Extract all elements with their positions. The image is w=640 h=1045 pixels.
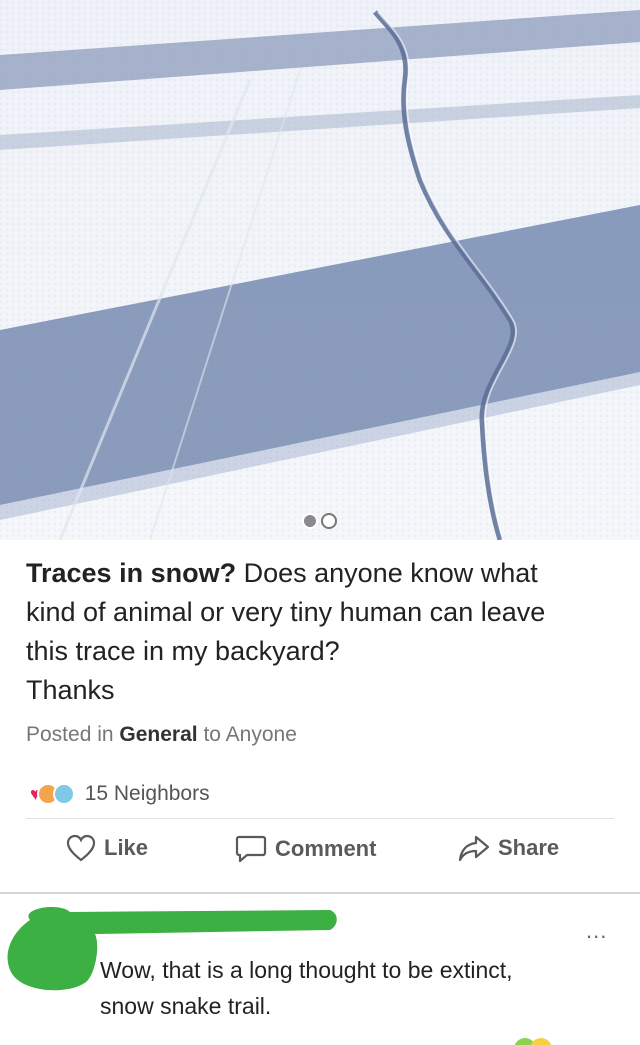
- comment-body: Wow, that is a long thought to be extinc…: [100, 952, 620, 1024]
- share-button[interactable]: Share: [458, 834, 559, 862]
- reactions-summary[interactable]: ♥ 15 Neighbors: [30, 782, 210, 806]
- post-title: Traces in snow?: [26, 558, 237, 588]
- category-link[interactable]: General: [119, 723, 197, 746]
- speech-bubble-icon: [235, 835, 267, 863]
- photo-pager[interactable]: [302, 513, 337, 529]
- comment-line: Wow, that is a long thought to be extinc…: [100, 957, 513, 983]
- comment-reactions[interactable]: [514, 1038, 552, 1045]
- more-options-button[interactable]: ...: [586, 918, 607, 944]
- reaction-emoji-icon: [530, 1038, 552, 1045]
- snow-photo: [0, 0, 640, 540]
- pager-dot-active[interactable]: [321, 513, 337, 529]
- divider: [26, 818, 614, 819]
- post-photo[interactable]: [0, 0, 640, 540]
- share-label: Share: [498, 835, 560, 860]
- comment-line: snow snake trail.: [100, 993, 272, 1019]
- comment-label: Comment: [275, 836, 377, 861]
- post-text-line: kind of animal or very tiny human can le…: [26, 597, 546, 627]
- action-bar: Like Comment Share: [0, 834, 640, 874]
- like-label: Like: [104, 835, 149, 860]
- posted-in: Posted in General to Anyone: [26, 723, 297, 747]
- share-arrow-icon: [458, 835, 490, 862]
- pager-dot[interactable]: [302, 513, 318, 529]
- cold-emoji-icon: [52, 783, 75, 805]
- post-body: Traces in snow? Does anyone know what ki…: [26, 554, 626, 710]
- audience: to Anyone: [203, 723, 297, 746]
- heart-outline-icon: [66, 834, 96, 862]
- like-button[interactable]: Like: [66, 834, 148, 862]
- comment-button[interactable]: Comment: [235, 834, 376, 864]
- post-text-line: Thanks: [26, 675, 115, 705]
- reaction-count[interactable]: 15 Neighbors: [85, 782, 210, 806]
- post-text-line: Does anyone know what: [243, 558, 538, 588]
- post-text-line: this trace in my backyard?: [26, 636, 340, 666]
- posted-prefix: Posted in: [26, 723, 114, 746]
- section-divider: [0, 892, 640, 894]
